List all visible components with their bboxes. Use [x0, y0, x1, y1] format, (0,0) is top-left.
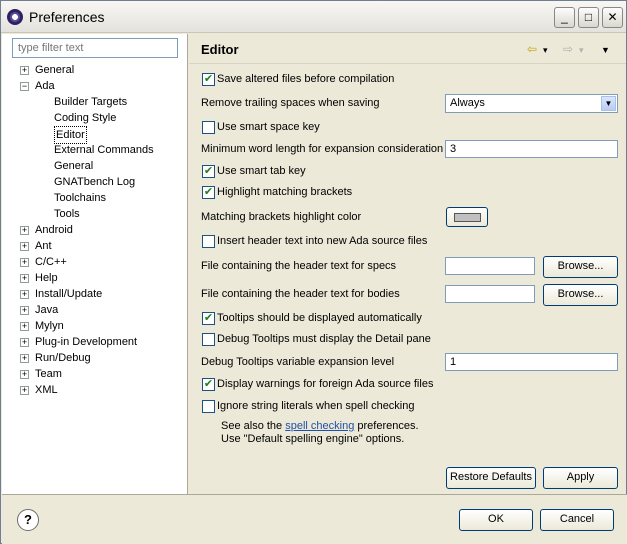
expand-icon[interactable]: +: [20, 338, 29, 347]
expand-icon[interactable]: +: [20, 322, 29, 331]
expand-icon[interactable]: +: [20, 354, 29, 363]
preferences-window: Preferences _ □ ✕ +General−AdaBuilder Ta…: [0, 0, 627, 544]
tree-item-label: Run/Debug: [35, 352, 91, 364]
header-specs-label: File containing the header text for spec…: [201, 260, 397, 272]
bracket-color-button[interactable]: [446, 207, 488, 227]
page-title: Editor: [201, 42, 239, 57]
collapse-icon[interactable]: −: [20, 82, 29, 91]
tree-item-label: Tools: [54, 208, 80, 220]
tree-item-label: Builder Targets: [54, 96, 128, 108]
close-button[interactable]: ✕: [602, 7, 623, 28]
expand-icon[interactable]: +: [20, 226, 29, 235]
expand-icon[interactable]: +: [20, 242, 29, 251]
expand-icon[interactable]: +: [20, 258, 29, 267]
smart-space-checkbox[interactable]: [202, 121, 215, 134]
filter-input[interactable]: [12, 38, 178, 58]
browse-specs-button[interactable]: Browse...: [543, 256, 618, 278]
window-title: Preferences: [29, 9, 105, 25]
cancel-button[interactable]: Cancel: [540, 509, 614, 531]
maximize-button[interactable]: □: [578, 7, 599, 28]
expand-icon[interactable]: +: [20, 370, 29, 379]
browse-bodies-button[interactable]: Browse...: [543, 284, 618, 306]
header-bodies-input[interactable]: [445, 285, 535, 303]
tree-item-label: Android: [35, 224, 73, 236]
minimize-button[interactable]: _: [554, 7, 575, 28]
tree-item-label: XML: [35, 384, 58, 396]
tree-item-label: Coding Style: [54, 112, 117, 124]
header-specs-input[interactable]: [445, 257, 535, 275]
ignore-string-literals-label: Ignore string literals when spell checki…: [217, 400, 415, 412]
insert-header-label: Insert header text into new Ada source f…: [217, 235, 428, 247]
expand-icon[interactable]: +: [20, 290, 29, 299]
tree-item-label: Ant: [35, 240, 52, 252]
tree-item-label: Help: [35, 272, 58, 284]
tree-item-label: Plug-in Development: [35, 336, 138, 348]
use-default-text: Use "Default spelling engine" options.: [221, 433, 405, 445]
save-altered-label: Save altered files before compilation: [217, 73, 395, 85]
remove-trailing-label: Remove trailing spaces when saving: [201, 97, 380, 109]
tooltips-auto-checkbox[interactable]: ✔: [202, 312, 215, 325]
debug-tooltips-detail-checkbox[interactable]: [202, 333, 215, 346]
debug-tooltips-level-input[interactable]: 1: [445, 353, 618, 371]
tooltips-auto-label: Tooltips should be displayed automatical…: [217, 312, 422, 324]
back-dropdown-icon[interactable]: ▾: [543, 45, 548, 56]
highlight-brackets-label: Highlight matching brackets: [217, 186, 353, 198]
smart-space-label: Use smart space key: [217, 121, 320, 133]
chevron-down-icon[interactable]: ▼: [601, 96, 616, 111]
debug-tooltips-detail-label: Debug Tooltips must display the Detail p…: [217, 333, 431, 345]
color-swatch: [454, 213, 481, 222]
remove-trailing-combo[interactable]: Always ▼: [445, 94, 618, 113]
forward-icon[interactable]: ⇨: [563, 42, 573, 56]
smart-tab-checkbox[interactable]: ✔: [202, 165, 215, 178]
preference-tree-panel: +General−AdaBuilder TargetsCoding StyleE…: [2, 34, 188, 494]
view-menu-icon[interactable]: ▼: [601, 45, 610, 55]
tree-item-label: Install/Update: [35, 288, 103, 300]
min-word-length-label: Minimum word length for expansion consid…: [201, 143, 444, 155]
insert-header-checkbox[interactable]: [202, 235, 215, 248]
back-icon[interactable]: ⇦: [527, 42, 537, 56]
expand-icon[interactable]: +: [20, 274, 29, 283]
apply-button[interactable]: Apply: [543, 467, 618, 489]
ok-button[interactable]: OK: [459, 509, 533, 531]
editor-page: Editor ⇦ ▾ ⇨ ▾ ▼ ✔ Save altered files be…: [189, 34, 626, 494]
tree-item-label: External Commands: [54, 144, 154, 156]
restore-defaults-button[interactable]: Restore Defaults: [446, 467, 536, 489]
eclipse-icon: [7, 9, 23, 25]
tree-item-label: Team: [35, 368, 62, 380]
expand-icon[interactable]: +: [20, 66, 29, 75]
bracket-color-label: Matching brackets highlight color: [201, 211, 362, 223]
header-bodies-label: File containing the header text for bodi…: [201, 288, 400, 300]
dialog-footer: ? OK Cancel: [2, 494, 627, 544]
tree-item-label: Ada: [35, 80, 55, 92]
tree-item-label: Mylyn: [35, 320, 64, 332]
forward-dropdown-icon[interactable]: ▾: [579, 45, 584, 56]
tree-item-label: C/C++: [35, 256, 67, 268]
expand-icon[interactable]: +: [20, 386, 29, 395]
tree-item-label: General: [35, 64, 75, 76]
tree-item-label: Toolchains: [54, 192, 106, 204]
ignore-string-literals-checkbox[interactable]: [202, 400, 215, 413]
save-altered-checkbox[interactable]: ✔: [202, 73, 215, 86]
display-warnings-label: Display warnings for foreign Ada source …: [217, 378, 434, 390]
debug-tooltips-level-label: Debug Tooltips variable expansion level: [201, 356, 395, 368]
smart-tab-label: Use smart tab key: [217, 165, 306, 177]
remove-trailing-value: Always: [450, 97, 485, 109]
tree-item-label: General: [54, 160, 94, 172]
expand-icon[interactable]: +: [20, 306, 29, 315]
tree-item-label: GNATbench Log: [54, 176, 136, 188]
help-icon[interactable]: ?: [17, 509, 39, 531]
tree-item-label: Java: [35, 304, 59, 316]
display-warnings-checkbox[interactable]: ✔: [202, 378, 215, 391]
min-word-length-input[interactable]: 3: [445, 140, 618, 158]
page-header: Editor ⇦ ▾ ⇨ ▾ ▼: [189, 34, 626, 64]
highlight-brackets-checkbox[interactable]: ✔: [202, 186, 215, 199]
title-bar: Preferences _ □ ✕: [1, 1, 626, 33]
